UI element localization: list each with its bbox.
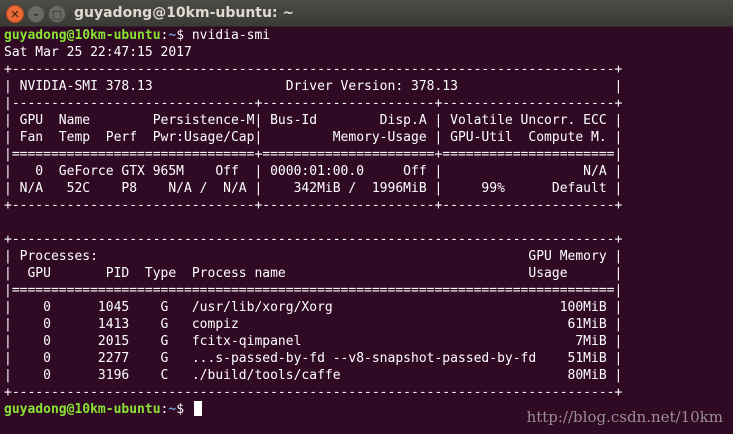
prompt-symbol: $: [176, 402, 192, 417]
output-line: | 0 GeForce GTX 965M Off | 0000:01:00.0 …: [4, 164, 623, 179]
output-line: +-------------------------------+-------…: [4, 198, 623, 213]
terminal-output[interactable]: guyadong@10km-ubuntu:~$ nvidia-smi Sat M…: [4, 27, 733, 434]
prompt-user-host: guyadong@10km-ubuntu: [4, 28, 161, 43]
output-line: Sat Mar 25 22:47:15 2017: [4, 45, 192, 60]
output-line: | NVIDIA-SMI 378.13 Driver Version: 378.…: [4, 79, 623, 94]
output-line: | 0 1413 G compiz 61MiB |: [4, 317, 623, 332]
output-line: | 0 2277 G ...s-passed-by-fd --v8-snapsh…: [4, 351, 623, 366]
output-line: | GPU Name Persistence-M| Bus-Id Disp.A …: [4, 113, 623, 128]
output-line: | 0 3196 C ./build/tools/caffe 80MiB |: [4, 368, 623, 383]
minimize-icon[interactable]: –: [27, 5, 45, 23]
text-cursor: [193, 401, 202, 416]
output-line: |-------------------------------+-------…: [4, 96, 623, 111]
output-line: | 0 2015 G fcitx-qimpanel 7MiB |: [4, 334, 623, 349]
title-bar[interactable]: ✕ – □ guyadong@10km-ubuntu: ~: [0, 0, 733, 27]
watermark: http://blog.csdn.net/10km: [526, 408, 723, 426]
output-line: | Fan Temp Perf Pwr:Usage/Cap| Memory-Us…: [4, 130, 623, 145]
output-line: +---------------------------------------…: [4, 232, 623, 247]
output-line: +---------------------------------------…: [4, 385, 623, 400]
output-line: | Processes: GPU Memory |: [4, 249, 623, 264]
command-line: guyadong@10km-ubuntu:~$ nvidia-smi: [4, 27, 733, 44]
command-output: Sat Mar 25 22:47:15 2017 +---------------…: [4, 44, 733, 401]
maximize-icon[interactable]: □: [48, 5, 66, 23]
prompt-symbol: $: [176, 28, 192, 43]
close-icon[interactable]: ✕: [6, 5, 24, 23]
prompt-user-host: guyadong@10km-ubuntu: [4, 402, 161, 417]
output-line: | GPU PID Type Process name Usage |: [4, 266, 623, 281]
terminal-window: ✕ – □ guyadong@10km-ubuntu: ~ guyadong@1…: [0, 0, 733, 434]
output-line: |===============================+=======…: [4, 147, 623, 162]
command-text: nvidia-smi: [191, 28, 271, 43]
output-line: |=======================================…: [4, 283, 623, 298]
output-line: | 0 1045 G /usr/lib/xorg/Xorg 100MiB |: [4, 300, 623, 315]
output-line: +---------------------------------------…: [4, 62, 623, 77]
output-line: | N/A 52C P8 N/A / N/A | 342MiB / 1996Mi…: [4, 181, 623, 196]
window-title: guyadong@10km-ubuntu: ~: [74, 5, 295, 21]
